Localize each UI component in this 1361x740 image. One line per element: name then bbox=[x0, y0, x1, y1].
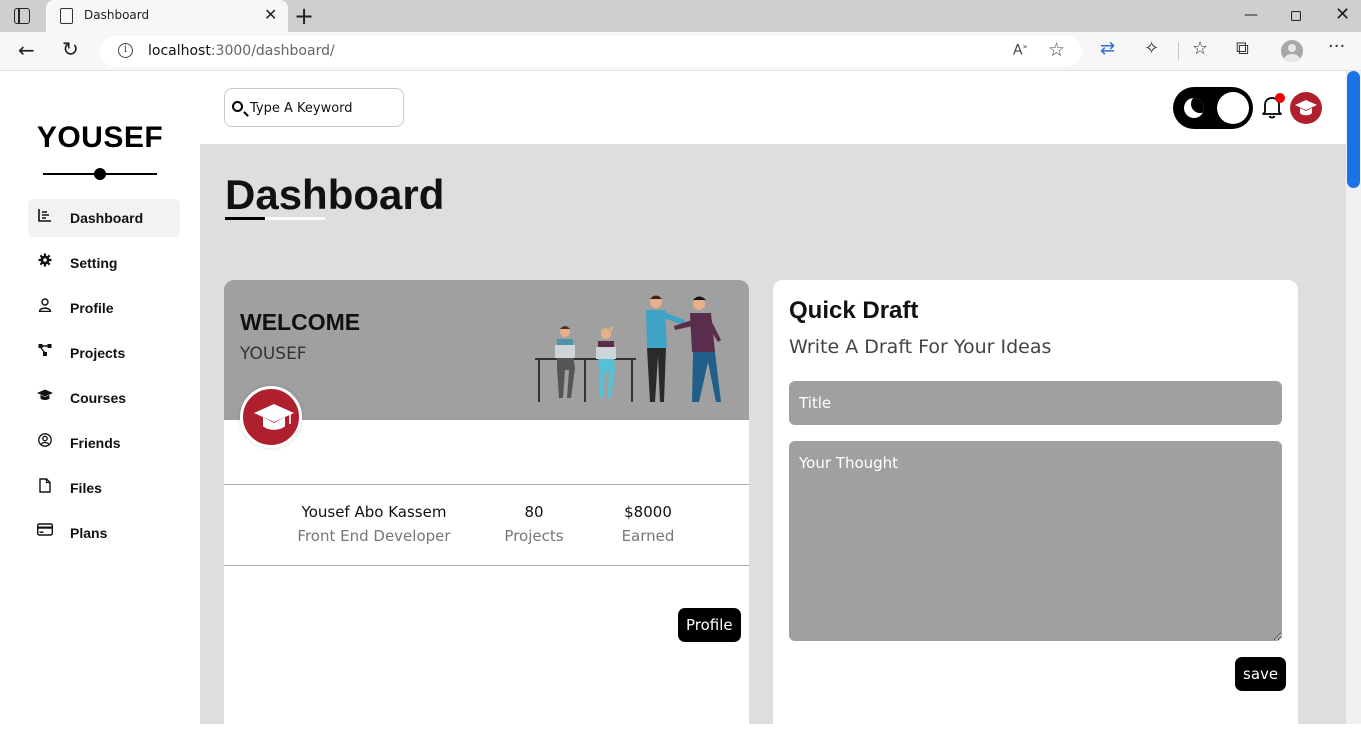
tab-actions-icon[interactable] bbox=[14, 8, 30, 24]
earned-stat: $8000 Earned bbox=[608, 503, 688, 545]
extensions-icon[interactable]: ✧ bbox=[1144, 38, 1159, 59]
credit-card-icon bbox=[36, 523, 54, 541]
search-box[interactable] bbox=[224, 88, 404, 127]
toolbar-divider bbox=[1178, 42, 1179, 60]
search-input[interactable] bbox=[250, 97, 398, 119]
page-icon bbox=[60, 8, 73, 24]
user-info: Yousef Abo Kassem Front End Developer bbox=[284, 503, 464, 545]
quick-draft-card: Quick Draft Write A Draft For Your Ideas… bbox=[773, 280, 1298, 740]
sidebar-item-plans[interactable]: Plans bbox=[28, 514, 180, 552]
window-close-icon[interactable]: ✕ bbox=[1335, 4, 1350, 25]
browser-tab-bar: Dashboard ✕ + — ✕ bbox=[0, 0, 1361, 32]
diagram-icon bbox=[37, 343, 53, 361]
dark-mode-toggle[interactable] bbox=[1173, 87, 1253, 129]
toggle-knob bbox=[1217, 92, 1249, 124]
title-underline-accent bbox=[225, 217, 265, 220]
draft-body-textarea[interactable] bbox=[789, 441, 1282, 641]
save-button[interactable]: save bbox=[1235, 657, 1287, 691]
favorites-icon[interactable]: ☆ bbox=[1192, 38, 1208, 59]
page-content: YOUSEF Dashboard Setting Profile Project… bbox=[0, 71, 1361, 740]
reload-icon[interactable]: ↻ bbox=[62, 37, 79, 61]
sidebar-item-label: Projects bbox=[70, 345, 126, 361]
graduation-cap-icon bbox=[37, 388, 53, 406]
sidebar-item-files[interactable]: Files bbox=[28, 469, 180, 507]
more-options-icon[interactable]: ··· bbox=[1328, 36, 1345, 57]
draft-subtitle: Write A Draft For Your Ideas bbox=[789, 336, 1052, 358]
projects-label: Projects bbox=[504, 527, 564, 545]
search-icon bbox=[232, 101, 243, 112]
sidebar-item-label: Plans bbox=[70, 525, 108, 541]
user-icon bbox=[37, 298, 53, 316]
sidebar-item-label: Profile bbox=[70, 300, 114, 316]
welcome-card: WELCOME YOUSEF Yousef Abo Kassem Front E… bbox=[224, 280, 749, 740]
earned-amount: $8000 bbox=[624, 503, 672, 521]
moon-icon bbox=[1184, 98, 1204, 118]
user-full-name: Yousef Abo Kassem bbox=[301, 503, 447, 521]
sync-icon[interactable]: ⇄ bbox=[1100, 38, 1115, 59]
projects-count: 80 bbox=[524, 503, 544, 521]
graduation-cap-icon bbox=[254, 404, 294, 430]
profile-button[interactable]: Profile bbox=[678, 608, 741, 642]
sidebar-item-projects[interactable]: Projects bbox=[28, 334, 180, 372]
back-arrow-icon[interactable]: ← bbox=[18, 38, 35, 62]
draft-title: Quick Draft bbox=[789, 297, 919, 324]
sidebar-item-friends[interactable]: Friends bbox=[28, 424, 180, 462]
maximize-icon[interactable] bbox=[1291, 11, 1301, 21]
sidebar-item-dashboard[interactable]: Dashboard bbox=[28, 199, 180, 237]
sidebar-item-setting[interactable]: Setting bbox=[28, 244, 180, 282]
new-tab-icon[interactable]: + bbox=[294, 2, 314, 30]
sidebar-item-label: Dashboard bbox=[70, 210, 144, 226]
avatar[interactable] bbox=[1290, 92, 1322, 124]
earned-label: Earned bbox=[621, 527, 675, 545]
minimize-icon[interactable]: — bbox=[1244, 7, 1258, 23]
sidebar-item-label: Friends bbox=[70, 435, 121, 451]
sidebar-item-label: Setting bbox=[70, 255, 118, 271]
graduation-cap-icon bbox=[1295, 100, 1317, 116]
brand-logo: YOUSEF bbox=[36, 121, 164, 154]
browser-tab[interactable]: Dashboard ✕ bbox=[46, 0, 288, 32]
team-illustration bbox=[535, 295, 721, 402]
read-aloud-icon[interactable]: A» bbox=[1013, 42, 1027, 59]
url-text[interactable]: localhost:3000/dashboard/ bbox=[148, 43, 335, 59]
gear-icon bbox=[37, 253, 53, 271]
tab-title: Dashboard bbox=[84, 8, 150, 22]
sidebar: YOUSEF Dashboard Setting Profile Project… bbox=[0, 71, 200, 724]
scrollbar-thumb[interactable] bbox=[1347, 71, 1360, 188]
collections-icon[interactable]: ⧉ bbox=[1236, 38, 1249, 59]
top-header bbox=[200, 71, 1346, 144]
sidebar-item-label: Files bbox=[70, 480, 102, 496]
welcome-header: WELCOME YOUSEF bbox=[224, 280, 749, 420]
file-icon bbox=[37, 478, 53, 496]
sidebar-item-courses[interactable]: Courses bbox=[28, 379, 180, 417]
brand-dot bbox=[94, 168, 106, 180]
browser-profile-avatar[interactable] bbox=[1281, 40, 1303, 62]
notification-dot bbox=[1275, 93, 1285, 103]
user-role: Front End Developer bbox=[297, 527, 451, 545]
user-circle-icon bbox=[37, 433, 53, 451]
close-tab-icon[interactable]: ✕ bbox=[264, 5, 277, 24]
info-icon[interactable]: i bbox=[118, 43, 133, 58]
draft-title-input[interactable] bbox=[789, 381, 1282, 425]
projects-stat: 80 Projects bbox=[494, 503, 574, 545]
url-field[interactable]: i localhost:3000/dashboard/ A» ☆ bbox=[100, 36, 1082, 67]
page-scrollbar[interactable] bbox=[1346, 71, 1361, 724]
sidebar-item-profile[interactable]: Profile bbox=[28, 289, 180, 327]
page-title: Dashboard bbox=[225, 171, 445, 218]
avatar bbox=[240, 386, 302, 448]
chart-icon bbox=[37, 208, 53, 226]
sidebar-item-label: Courses bbox=[70, 390, 127, 406]
profile-stats-row: Yousef Abo Kassem Front End Developer 80… bbox=[224, 484, 749, 566]
add-favorite-icon[interactable]: ☆ bbox=[1048, 39, 1065, 61]
welcome-title: WELCOME bbox=[240, 309, 361, 335]
welcome-name: YOUSEF bbox=[240, 344, 307, 364]
